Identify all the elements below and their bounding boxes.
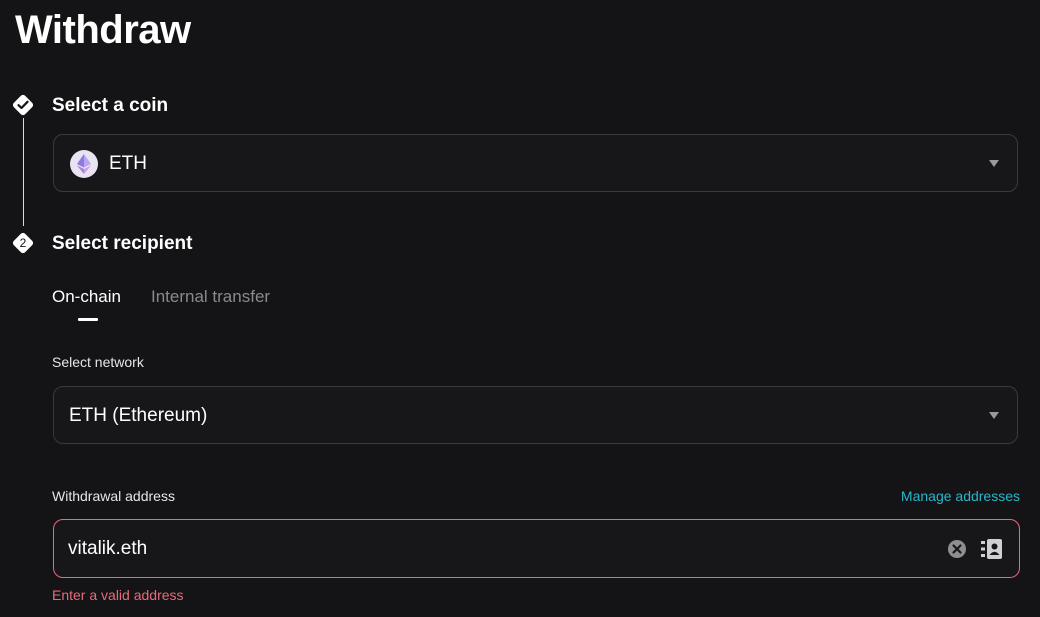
network-select[interactable]: ETH (Ethereum) <box>53 386 1018 444</box>
address-error-message: Enter a valid address <box>52 587 184 603</box>
active-tab-indicator <box>78 318 98 321</box>
step-complete-icon <box>11 93 35 117</box>
manage-addresses-link[interactable]: Manage addresses <box>901 487 1020 505</box>
withdrawal-address-field[interactable] <box>53 519 1020 578</box>
chevron-down-icon <box>989 412 999 419</box>
step-connector-line <box>23 118 24 226</box>
tab-internal-transfer[interactable]: Internal transfer <box>151 286 270 308</box>
step-number: 2 <box>19 236 27 250</box>
step-label-select-coin: Select a coin <box>52 95 169 116</box>
coin-select-value: ETH <box>109 153 147 174</box>
chevron-down-icon <box>989 160 999 167</box>
tab-on-chain[interactable]: On-chain <box>52 286 121 308</box>
step-number-marker: 2 <box>11 231 35 255</box>
clear-icon[interactable] <box>947 539 967 559</box>
page-title: Withdraw <box>15 8 191 52</box>
withdrawal-address-label: Withdrawal address <box>52 488 175 504</box>
address-book-icon[interactable] <box>981 539 1003 559</box>
check-icon <box>17 100 29 110</box>
ethereum-icon <box>70 150 98 178</box>
network-select-value: ETH (Ethereum) <box>69 405 208 426</box>
coin-select[interactable]: ETH <box>53 134 1018 192</box>
withdrawal-address-input[interactable] <box>68 536 928 562</box>
step-label-select-recipient: Select recipient <box>52 233 193 254</box>
network-label: Select network <box>52 354 144 370</box>
